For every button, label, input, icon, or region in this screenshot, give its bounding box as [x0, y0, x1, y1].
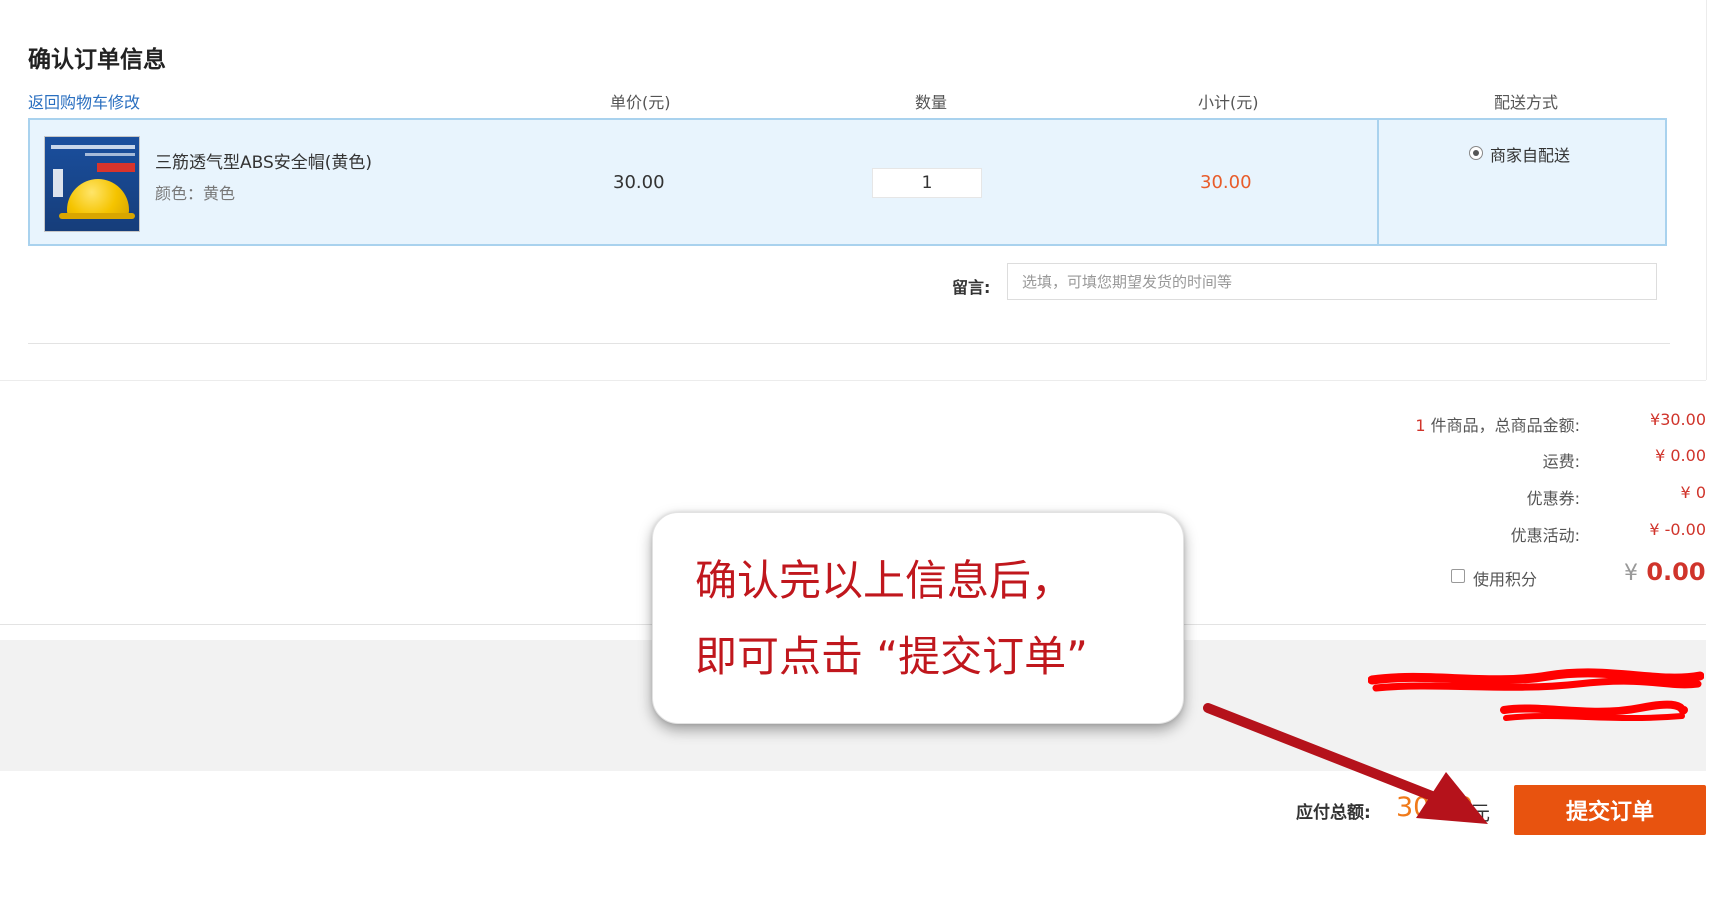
helmet-image: [67, 179, 129, 217]
product-color: 颜色：黄色: [155, 184, 236, 203]
shipping-option-label[interactable]: 商家自配送: [1490, 142, 1570, 166]
freight-label: 运费:: [1542, 452, 1580, 471]
quantity-input[interactable]: [872, 168, 982, 198]
use-points-checkbox[interactable]: [1451, 569, 1465, 583]
column-header-shipping: 配送方式: [1494, 93, 1559, 112]
submit-order-button[interactable]: 提交订单: [1514, 785, 1706, 835]
goods-total-value: ¥30.00: [1650, 410, 1706, 429]
divider: [28, 343, 1670, 344]
promo-value: ¥ -0.00: [1649, 520, 1706, 539]
row-divider: [1377, 118, 1379, 246]
shipping-radio[interactable]: [1469, 146, 1483, 160]
redaction-scribble: [1500, 700, 1688, 721]
points-amount: ¥ 0.00: [1624, 558, 1706, 586]
back-to-cart-link[interactable]: 返回购物车修改: [28, 89, 140, 113]
callout-line-2: 即可点击 “提交订单”: [695, 632, 1088, 681]
freight-value: ¥ 0.00: [1655, 446, 1706, 465]
column-header-subtotal: 小计(元): [1198, 93, 1259, 112]
product-thumbnail[interactable]: [44, 136, 140, 232]
divider: [0, 380, 1706, 381]
goods-total-label: 1 件商品，总商品金额:: [1320, 412, 1580, 436]
callout-line-1: 确认完以上信息后，: [695, 556, 1074, 605]
use-points-label[interactable]: 使用积分: [1473, 566, 1537, 590]
order-item-row: [28, 118, 1667, 246]
coupon-value: ¥ 0: [1680, 483, 1706, 502]
product-name[interactable]: 三筋透气型ABS安全帽(黄色): [155, 148, 372, 173]
points-amount-value: 0.00: [1646, 558, 1706, 586]
panel-border: [1706, 0, 1707, 380]
promo-label: 优惠活动:: [1510, 526, 1580, 545]
remark-input[interactable]: [1007, 263, 1657, 300]
remark-label: 留言:: [952, 278, 991, 297]
page-title: 确认订单信息: [28, 47, 166, 73]
item-subtotal: 30.00: [1200, 172, 1252, 193]
pointer-arrow-icon: [1203, 703, 1488, 824]
column-header-quantity: 数量: [915, 93, 948, 112]
currency-symbol: ¥: [1624, 561, 1638, 586]
unit-price: 30.00: [613, 172, 665, 193]
column-header-unit-price: 单价(元): [610, 93, 671, 112]
coupon-label: 优惠券:: [1526, 489, 1580, 508]
item-count: 1: [1415, 416, 1426, 435]
instruction-callout: 确认完以上信息后， 即可点击 “提交订单”: [652, 512, 1184, 724]
redaction-scribble: [1368, 668, 1704, 692]
goods-total-text: 件商品，总商品金额:: [1430, 416, 1580, 435]
